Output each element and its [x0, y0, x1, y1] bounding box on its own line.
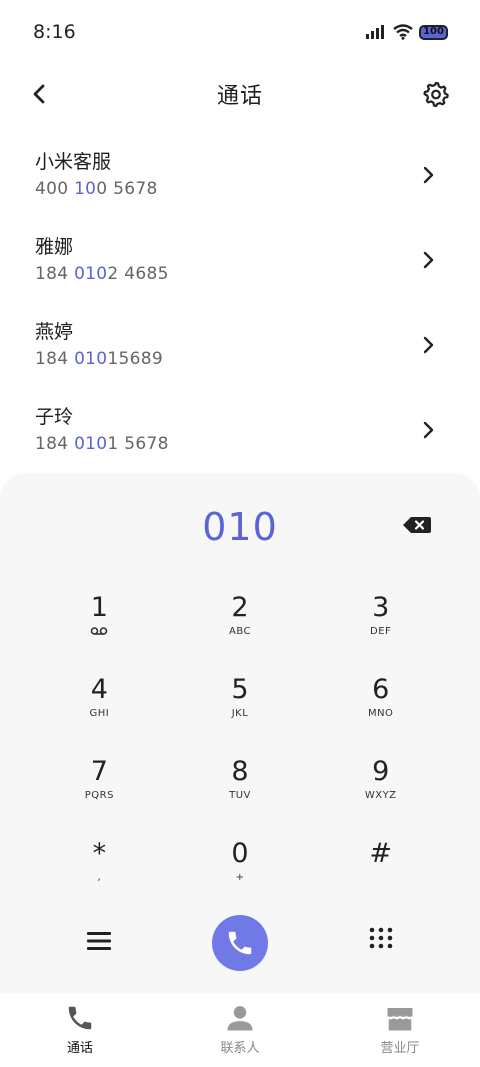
status-time: 8:16 [33, 21, 76, 43]
status-bar: 8:16 100 [0, 0, 480, 64]
key-digit: # [369, 838, 392, 869]
tab-store[interactable]: 营业厅 [320, 993, 480, 1067]
contact-item[interactable]: 燕婷 184 01015689 [0, 304, 480, 389]
key-digit: 3 [372, 592, 390, 623]
key-digit: 7 [90, 756, 108, 787]
chevron-right-icon [423, 251, 434, 269]
page-title: 通话 [216, 84, 263, 109]
key-digit: 2 [231, 592, 249, 623]
key-1[interactable]: 1 [29, 589, 170, 671]
call-button[interactable] [212, 915, 268, 971]
keypad-row: * , 0 + # [29, 835, 451, 917]
tab-label: 通话 [66, 1041, 93, 1056]
key-digit: * [92, 838, 107, 869]
contact-name: 子玲 [35, 406, 74, 428]
key-5[interactable]: 5 JKL [170, 671, 311, 753]
signal-icon [366, 25, 384, 39]
keypad-row: 1 2 ABC 3 DEF [29, 589, 451, 671]
contact-name: 雅娜 [35, 236, 74, 258]
key-digit: 6 [372, 674, 390, 705]
key-letters: JKL [231, 708, 249, 719]
wifi-icon [393, 24, 413, 40]
store-icon [386, 1008, 414, 1031]
key-letters: , [97, 872, 102, 883]
gear-icon[interactable] [422, 80, 450, 108]
key-hash[interactable]: # [310, 835, 451, 917]
key-8[interactable]: 8 TUV [170, 753, 311, 835]
key-7[interactable]: 7 PQRS [29, 753, 170, 835]
menu-icon[interactable] [86, 929, 112, 953]
key-digit: 8 [231, 756, 249, 787]
key-star[interactable]: * , [29, 835, 170, 917]
backspace-icon[interactable] [402, 515, 432, 535]
contact-item[interactable]: 小米客服 400 100 5678 [0, 134, 480, 219]
key-letters: + [235, 872, 245, 883]
key-letters: ABC [229, 626, 252, 637]
dialpad-icon[interactable] [367, 926, 395, 954]
battery-level: 100 [423, 26, 444, 37]
contact-name: 燕婷 [35, 321, 74, 343]
keypad-row: 4 GHI 5 JKL 6 MNO [29, 671, 451, 753]
contact-item[interactable]: 子玲 184 0101 5678 [0, 389, 480, 474]
key-2[interactable]: 2 ABC [170, 589, 311, 671]
contact-list: 小米客服 400 100 5678 雅娜 184 0102 4685 燕婷 18… [0, 134, 480, 474]
key-digit: 9 [372, 756, 390, 787]
contact-number: 400 100 5678 [35, 179, 158, 199]
back-button[interactable] [26, 80, 54, 108]
contact-number: 184 01015689 [35, 349, 164, 369]
person-icon [227, 1006, 253, 1031]
key-3[interactable]: 3 DEF [310, 589, 451, 671]
chevron-right-icon [423, 421, 434, 439]
key-6[interactable]: 6 MNO [310, 671, 451, 753]
key-0[interactable]: 0 + [170, 835, 311, 917]
tab-label: 联系人 [220, 1041, 260, 1056]
dial-actions [0, 913, 480, 973]
status-icons: 100 [365, 24, 448, 40]
key-digit: 5 [231, 674, 249, 705]
tab-label: 营业厅 [380, 1041, 420, 1056]
contact-number: 184 0101 5678 [35, 434, 169, 454]
contact-item[interactable]: 雅娜 184 0102 4685 [0, 219, 480, 304]
keypad-row: 7 PQRS 8 TUV 9 WXYZ [29, 753, 451, 835]
key-letters: DEF [370, 626, 392, 637]
key-letters: GHI [89, 708, 110, 719]
voicemail-icon [91, 627, 108, 635]
keypad: 1 2 ABC 3 DEF 4 GHI 5 JKL 6 MNO 7 PQRS 8… [29, 589, 451, 917]
key-letters: TUV [229, 790, 251, 801]
key-letters: PQRS [84, 790, 114, 801]
tab-calls[interactable]: 通话 [0, 993, 160, 1067]
chevron-right-icon [423, 336, 434, 354]
key-letters: WXYZ [364, 790, 397, 801]
contact-number: 184 0102 4685 [35, 264, 169, 284]
key-4[interactable]: 4 GHI [29, 671, 170, 753]
key-digit: 4 [90, 674, 108, 705]
contact-name: 小米客服 [35, 151, 112, 173]
phone-icon [228, 931, 252, 955]
key-letters: MNO [367, 708, 394, 719]
key-digit: 1 [90, 592, 108, 623]
key-digit: 0 [231, 838, 249, 869]
dial-panel: 010 1 2 ABC 3 DEF 4 GHI 5 JKL 6 MNO 7 PQ… [0, 473, 480, 993]
header: 通话 [0, 64, 480, 124]
chevron-right-icon [423, 166, 434, 184]
tab-contacts[interactable]: 联系人 [160, 993, 320, 1067]
tab-bar: 通话 联系人 营业厅 [0, 993, 480, 1067]
key-9[interactable]: 9 WXYZ [310, 753, 451, 835]
phone-icon [68, 1006, 92, 1030]
battery-icon: 100 [419, 24, 448, 40]
